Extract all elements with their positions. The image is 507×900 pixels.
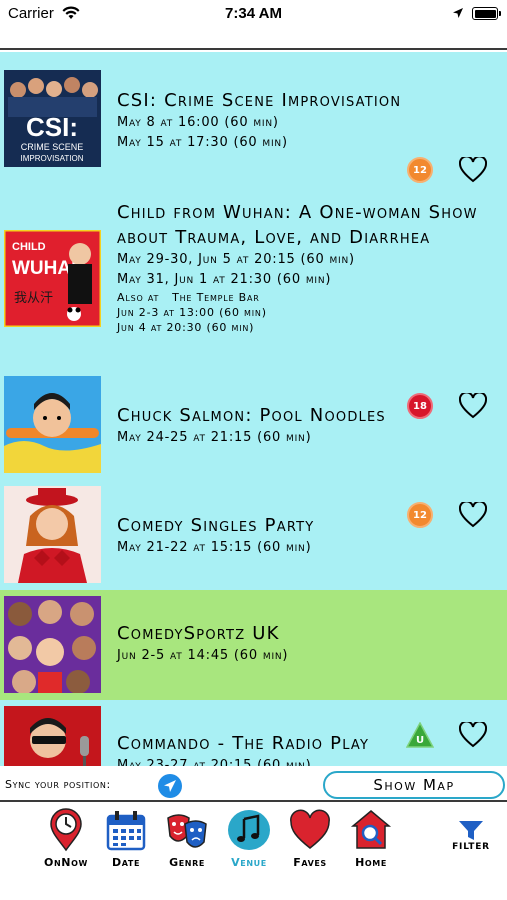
show-time: Jun 4 at 20:30 (60 min) [117,321,255,334]
svg-text:CRIME SCENE: CRIME SCENE [21,142,84,152]
tab-label: Genre [169,856,205,869]
show-time: May 24-25 at 21:15 (60 min) [117,430,312,445]
tab-genre[interactable]: Genre [157,808,217,869]
show-info: CSI: Crime Scene Improvisation May 8 at … [117,88,493,153]
show-thumbnail [4,486,101,583]
tab-label: Home [355,856,387,869]
heart-icon [290,809,330,849]
show-thumbnail: CSI: CRIME SCENE IMPROVISATION [4,70,101,167]
funnel-icon [459,821,483,840]
venue-also-label: Also at The Temple Bar [117,291,260,304]
show-list[interactable]: CSI: CRIME SCENE IMPROVISATION CSI: Crim… [0,52,507,766]
svg-text:IMPROVISATION: IMPROVISATION [21,154,84,163]
show-thumbnail [4,706,101,766]
show-time: May 31, Jun 1 at 21:30 (60 min) [117,272,332,287]
sync-position-label: Sync your position: [5,778,111,791]
show-time: May 15 at 17:30 (60 min) [117,135,288,150]
show-info: Chuck Salmon: Pool Noodles May 24-25 at … [117,403,493,448]
list-item[interactable]: Chuck Salmon: Pool Noodles May 24-25 at … [0,372,507,528]
show-time: Jun 2-5 at 14:45 (60 min) [117,648,289,663]
tab-label: OnNow [44,856,88,869]
show-time: May 8 at 16:00 (60 min) [117,115,279,130]
svg-text:我从汗: 我从汗 [14,291,53,306]
calendar-icon [106,811,146,851]
show-title[interactable]: Commando - The Radio Play [117,731,493,756]
house-search-icon [350,810,392,849]
tab-bar: OnNow Date Genre Venue Faves Home FILTER [0,802,507,900]
tab-date[interactable]: Date [96,808,156,869]
favorite-heart-icon[interactable] [459,157,487,183]
show-map-button[interactable]: Show Map [323,771,505,799]
status-time: 7:34 AM [225,5,282,22]
header-strip [0,30,507,50]
list-item[interactable]: CHILD WUHAN 我从汗 Child from Wuhan: A One-… [0,185,507,419]
tab-label: Date [111,856,141,869]
music-note-icon [228,810,270,850]
show-thumbnail: CHILD WUHAN 我从汗 [4,230,101,327]
location-arrow-icon [453,8,463,18]
svg-text:CHILD: CHILD [12,241,46,253]
tab-label: Venue [231,856,267,869]
show-thumbnail [4,376,101,473]
list-item[interactable]: ComedySportz UK Jun 2-5 at 14:45 (60 min… [0,590,507,748]
tab-home[interactable]: Home [341,808,401,869]
show-time: May 23-27 at 20:15 (60 min) [117,758,312,766]
show-thumbnail [4,596,101,693]
svg-text:CSI:: CSI: [26,112,78,142]
sync-bar: Sync your position: Show Map [0,766,507,802]
show-title[interactable]: Comedy Singles Party [117,513,493,538]
tab-onnow[interactable]: OnNow [36,808,96,869]
show-info: ComedySportz UK Jun 2-5 at 14:45 (60 min… [117,621,493,666]
show-time: Jun 2-3 at 13:00 (60 min) [117,306,267,319]
theatre-masks-icon [167,814,207,848]
clock-pin-icon [50,808,82,852]
show-info: Comedy Singles Party May 21-22 at 15:15 … [117,513,493,558]
sync-location-icon[interactable] [158,774,182,798]
status-bar: Carrier 7:34 AM [0,0,507,30]
tab-venue[interactable]: Venue [219,808,279,869]
show-time: May 21-22 at 15:15 (60 min) [117,540,312,555]
list-item[interactable]: CSI: CRIME SCENE IMPROVISATION CSI: Crim… [0,52,507,185]
show-title[interactable]: Child from Wuhan: A One-woman Show about… [117,200,493,250]
list-item[interactable]: Comedy Singles Party May 21-22 at 15:15 … [0,482,507,638]
age-rating-badge: 12 [407,157,433,183]
filter-label: FILTER [452,842,490,852]
show-info: Child from Wuhan: A One-woman Show about… [117,200,493,335]
show-title[interactable]: CSI: Crime Scene Improvisation [117,88,493,113]
tab-faves[interactable]: Faves [280,808,340,869]
show-title[interactable]: Chuck Salmon: Pool Noodles [117,403,493,428]
list-item[interactable]: Commando - The Radio Play May 23-27 at 2… [0,700,507,766]
tab-label: Faves [293,856,327,869]
show-info: Commando - The Radio Play May 23-27 at 2… [117,731,493,766]
filter-button[interactable]: FILTER [441,820,501,852]
show-title[interactable]: ComedySportz UK [117,621,493,646]
show-time: May 29-30, Jun 5 at 20:15 (60 min) [117,252,355,267]
battery-icon [472,7,501,20]
